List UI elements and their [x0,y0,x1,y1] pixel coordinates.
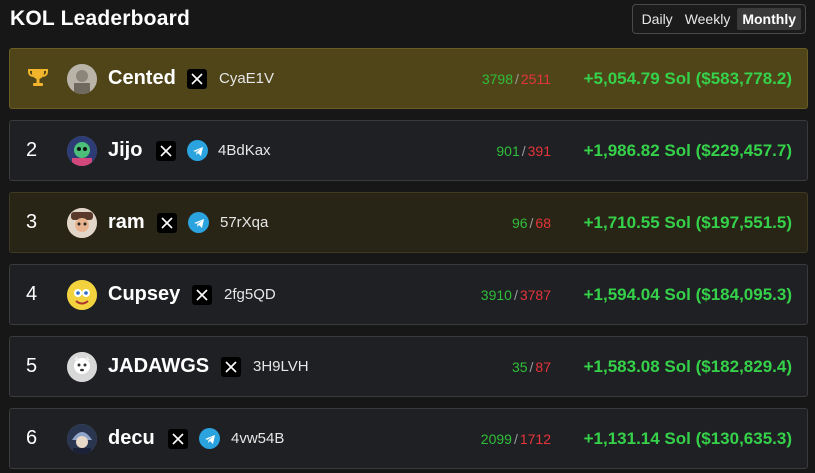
leaderboard-header: KOL Leaderboard Daily Weekly Monthly [0,0,815,46]
rank-number: 6 [26,427,38,449]
avatar [67,64,97,94]
leaderboard-row[interactable]: Cented CyaE1V 3798/2511 +5,054.79 Sol ($… [9,48,808,109]
trade-counts: 3798/2511 [482,49,551,108]
pnl-value: +1,986.82 Sol ($229,457.7) [583,140,792,160]
buy-count: 96 [511,214,528,231]
sell-count: 2511 [520,70,551,87]
x-icon[interactable] [156,141,176,161]
avatar [67,424,97,454]
kol-name[interactable]: ram [108,193,145,252]
period-tabs: Daily Weekly Monthly [631,4,806,34]
pnl-value: +1,131.14 Sol ($130,635.3) [583,428,792,448]
separator: / [513,430,518,447]
buy-count: 35 [511,358,528,375]
sell-count: 391 [527,142,551,159]
sell-count: 1712 [519,430,551,447]
trade-counts: 3910/3787 [481,265,551,324]
telegram-icon[interactable] [199,428,220,449]
leaderboard-row[interactable]: 4 Cupsey 2fg5QD 3910/3787 +1,594.04 Sol … [9,264,808,325]
separator: / [529,214,534,231]
buy-count: 3798 [481,70,513,87]
rank-number: 5 [26,355,38,377]
sell-count: 87 [535,358,551,375]
sell-count: 68 [535,214,551,231]
kol-name[interactable]: Cupsey [108,265,180,324]
wallet-address[interactable]: 4BdKax [218,121,271,180]
x-icon[interactable] [157,213,177,233]
trade-counts: 35/87 [512,337,551,396]
pnl-value: +1,594.04 Sol ($184,095.3) [583,284,792,304]
separator: / [515,70,519,87]
trade-counts: 96/68 [512,193,551,252]
avatar [67,352,97,382]
wallet-address[interactable]: 57rXqa [220,193,268,252]
x-icon[interactable] [168,429,188,449]
separator: / [521,142,526,159]
wallet-address[interactable]: 3H9LVH [253,337,309,396]
x-icon[interactable] [187,69,207,89]
leaderboard-row[interactable]: 5 JADAWGS 3H9LVH 35/87 +1,583.08 Sol ($1… [9,336,808,397]
sell-count: 3787 [519,286,551,303]
wallet-address[interactable]: 4vw54B [231,409,284,468]
kol-name[interactable]: Jijo [108,121,142,180]
wallet-address[interactable]: 2fg5QD [224,265,276,324]
leaderboard-row[interactable]: 2 Jijo 4BdKax 901/391 +1,986.82 Sol ($22… [9,120,808,181]
avatar [67,280,97,310]
tab-daily[interactable]: Daily [637,8,678,30]
kol-name[interactable]: Cented [108,49,176,108]
avatar [67,208,97,238]
pnl-value: +1,710.55 Sol ($197,551.5) [583,212,792,232]
tab-monthly[interactable]: Monthly [737,8,801,30]
buy-count: 3910 [480,286,512,303]
telegram-icon[interactable] [187,140,208,161]
separator: / [513,286,518,303]
trophy-icon [28,69,48,86]
kol-name[interactable]: decu [108,409,155,468]
separator: / [529,358,534,375]
x-icon[interactable] [221,357,241,377]
trade-counts: 2099/1712 [481,409,551,468]
trade-counts: 901/391 [496,121,551,180]
page-title: KOL Leaderboard [10,7,190,30]
buy-count: 2099 [480,430,512,447]
rank-number: 3 [26,211,38,233]
avatar [67,136,97,166]
buy-count: 901 [496,142,520,159]
wallet-address[interactable]: CyaE1V [219,49,274,108]
leaderboard-row[interactable]: 3 ram 57rXqa 96/68 +1,710.55 Sol ($197,5… [9,192,808,253]
pnl-value: +5,054.79 Sol ($583,778.2) [583,68,792,88]
tab-weekly[interactable]: Weekly [680,8,736,30]
pnl-value: +1,583.08 Sol ($182,829.4) [583,356,792,376]
rank-number: 4 [26,283,38,305]
x-icon[interactable] [192,285,212,305]
telegram-icon[interactable] [188,212,209,233]
rank-number: 2 [26,139,38,161]
leaderboard-row[interactable]: 6 decu 4vw54B 2099/1712 +1,131.14 Sol ($… [9,408,808,469]
kol-name[interactable]: JADAWGS [108,337,209,396]
